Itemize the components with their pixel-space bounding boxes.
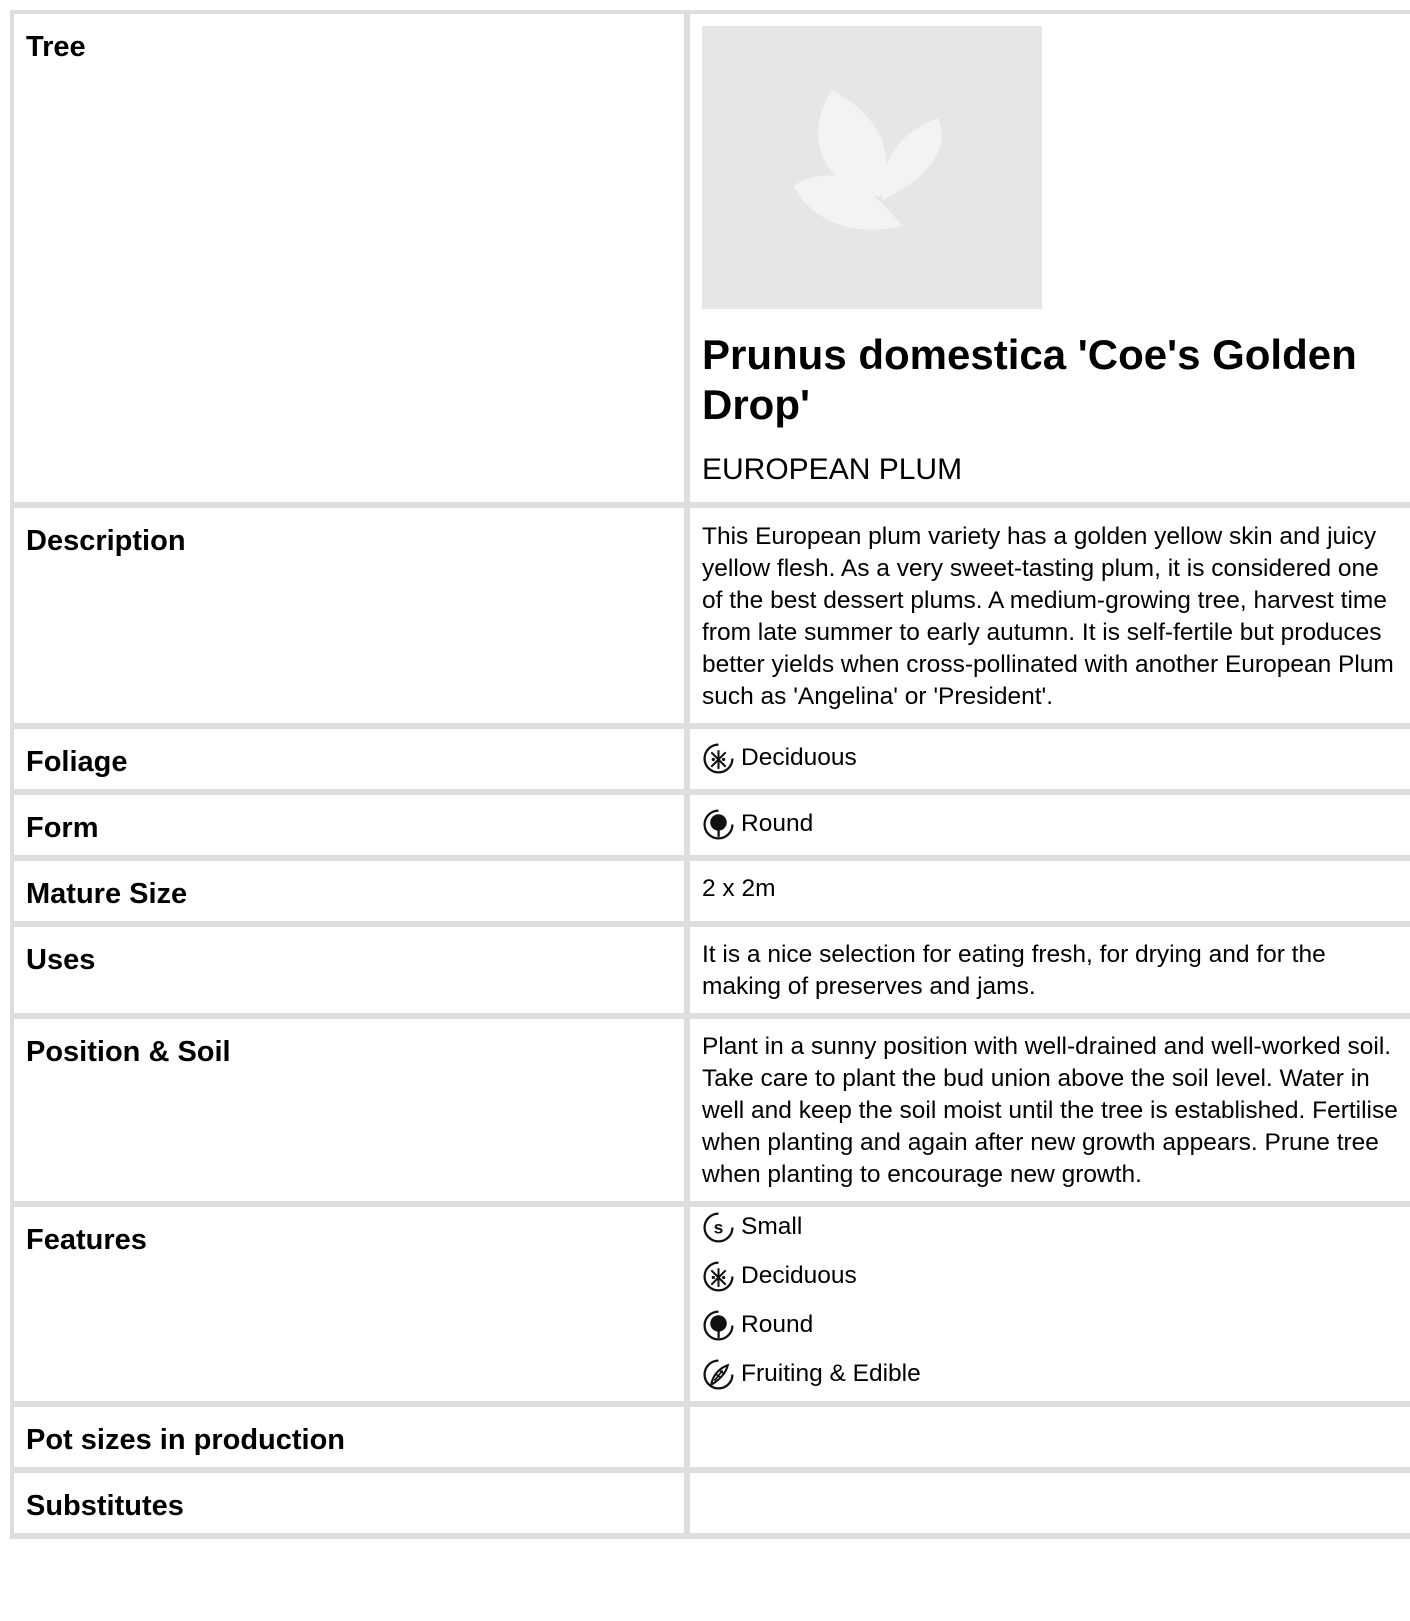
plant-image-placeholder xyxy=(702,26,1042,309)
feature-item-label: Small xyxy=(741,1213,803,1240)
row-label-form: Form xyxy=(14,795,684,855)
row-foliage: Foliage Deciduous xyxy=(10,729,1410,789)
substitutes-value xyxy=(690,1473,1410,1533)
description-text: This European plum variety has a golden … xyxy=(690,508,1410,723)
row-label-position-soil: Position & Soil xyxy=(14,1019,684,1201)
feature-item-label: Deciduous xyxy=(741,1262,857,1289)
feature-item: Round xyxy=(702,1308,1400,1342)
uses-text: It is a nice selection for eating fresh,… xyxy=(690,927,1410,1013)
botanical-name: Prunus domestica 'Coe's Golden Drop' xyxy=(702,331,1357,428)
row-label-description: Description xyxy=(14,508,684,723)
row-tree: Tree Prunus domestica 'Coe's Golden Drop… xyxy=(10,14,1410,502)
round-form-icon xyxy=(703,1309,734,1341)
pot-sizes-value xyxy=(690,1407,1410,1467)
row-label-uses: Uses xyxy=(14,927,684,1013)
deciduous-icon xyxy=(703,1260,734,1292)
feature-item: Deciduous xyxy=(702,1259,1400,1293)
foliage-value-label: Deciduous xyxy=(741,744,857,771)
svg-text:s: s xyxy=(714,1217,724,1237)
feature-item-label: Round xyxy=(741,1311,814,1338)
row-label-foliage: Foliage xyxy=(14,729,684,789)
row-substitutes: Substitutes xyxy=(10,1473,1410,1533)
feature-item: Fruiting & Edible xyxy=(702,1357,1400,1391)
row-value-tree: Prunus domestica 'Coe's Golden Drop' EUR… xyxy=(690,14,1410,502)
row-value-foliage: Deciduous xyxy=(690,729,1410,789)
feature-item-label: Fruiting & Edible xyxy=(741,1360,921,1387)
row-pot-sizes: Pot sizes in production xyxy=(10,1407,1410,1467)
row-features: Features s Small Deciduous Round Fruitin… xyxy=(10,1207,1410,1401)
small-size-icon: s xyxy=(703,1211,734,1243)
row-label-pot-sizes: Pot sizes in production xyxy=(14,1407,684,1467)
row-label-substitutes: Substitutes xyxy=(14,1473,684,1533)
features-list: s Small Deciduous Round Fruiting & Edibl… xyxy=(690,1207,1410,1401)
leaf-placeholder-icon xyxy=(794,90,942,230)
deciduous-icon xyxy=(703,742,734,774)
row-form: Form Round xyxy=(10,795,1410,855)
plant-details-table: Tree Prunus domestica 'Coe's Golden Drop… xyxy=(10,10,1410,1539)
row-label-mature-size: Mature Size xyxy=(14,861,684,921)
row-value-form: Round xyxy=(690,795,1410,855)
form-value-label: Round xyxy=(741,810,814,837)
row-mature-size: Mature Size 2 x 2m xyxy=(10,861,1410,921)
position-soil-text: Plant in a sunny position with well-drai… xyxy=(690,1019,1410,1201)
common-name: EUROPEAN PLUM xyxy=(702,453,963,486)
feature-item: s Small xyxy=(702,1210,1400,1244)
round-form-icon xyxy=(703,808,734,840)
fruiting-edible-icon xyxy=(703,1358,734,1390)
row-label-tree: Tree xyxy=(14,14,684,502)
row-position-soil: Position & Soil Plant in a sunny positio… xyxy=(10,1019,1410,1201)
row-uses: Uses It is a nice selection for eating f… xyxy=(10,927,1410,1013)
row-label-features: Features xyxy=(14,1207,684,1401)
row-description: Description This European plum variety h… xyxy=(10,508,1410,723)
form-value: Round xyxy=(702,807,1400,841)
foliage-value: Deciduous xyxy=(702,741,1400,775)
mature-size-value: 2 x 2m xyxy=(690,861,1410,921)
